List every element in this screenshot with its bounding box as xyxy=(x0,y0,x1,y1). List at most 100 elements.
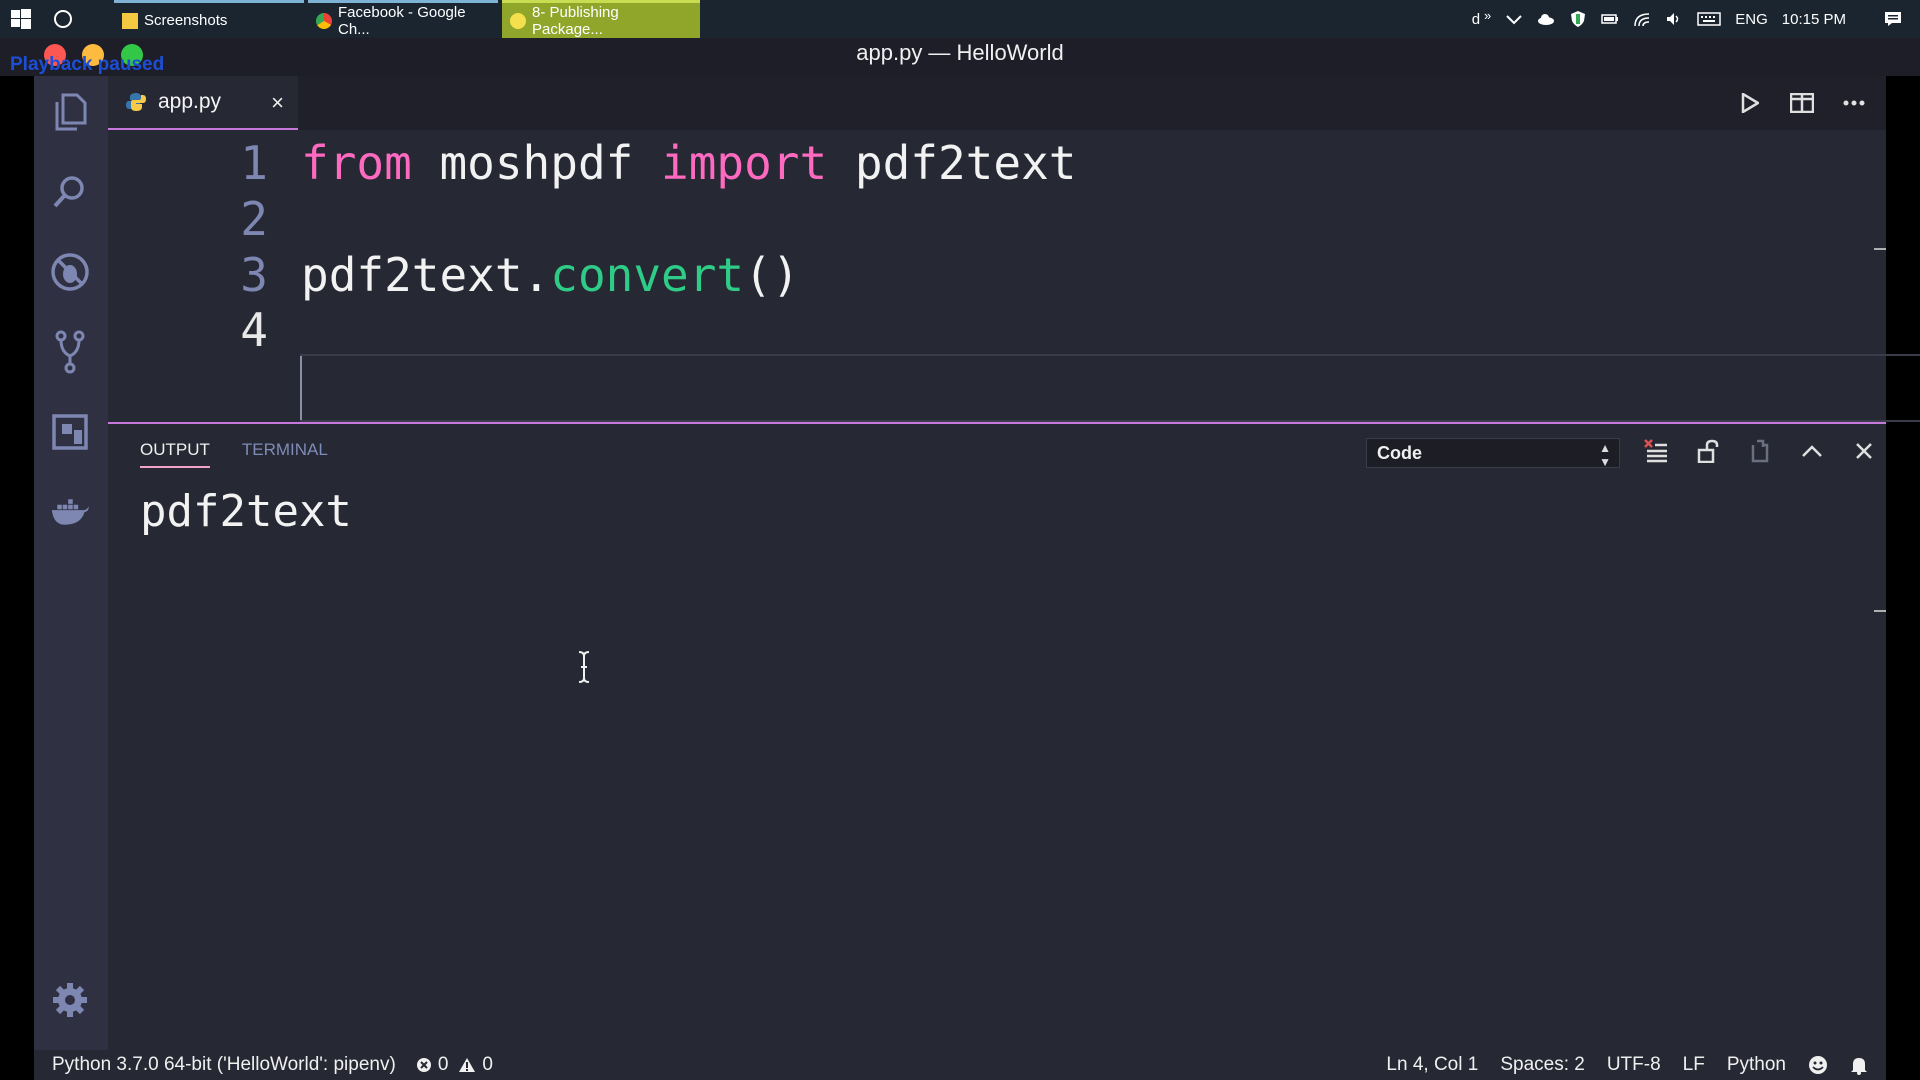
error-icon xyxy=(416,1058,431,1072)
volume-icon[interactable] xyxy=(1665,10,1683,28)
tray-user: d xyxy=(1471,10,1481,28)
settings-button[interactable] xyxy=(50,980,90,1020)
tray-overflow[interactable]: » xyxy=(1484,8,1491,23)
windows-icon xyxy=(11,9,31,29)
scrollbar-marker xyxy=(1874,610,1886,612)
folder-icon xyxy=(122,12,138,29)
docker-icon xyxy=(51,499,90,525)
debug-icon xyxy=(51,253,89,291)
close-panel-icon xyxy=(1856,443,1872,459)
close-panel-button[interactable] xyxy=(1851,438,1877,464)
system-clock[interactable]: 10:15 PM xyxy=(1782,11,1846,28)
split-editor-button[interactable] xyxy=(1790,91,1814,115)
panel-tabs: OUTPUT TERMINAL xyxy=(140,440,328,468)
output-channel-value: Code xyxy=(1377,443,1422,463)
file-encoding[interactable]: UTF-8 xyxy=(1607,1054,1661,1076)
keyword-token: import xyxy=(661,136,828,190)
end-of-line[interactable]: LF xyxy=(1683,1054,1705,1076)
window-titlebar: app.py — HelloWorld Playback paused xyxy=(0,38,1920,76)
select-arrows-icon: ▲ ▼ xyxy=(1599,441,1611,469)
bell-icon[interactable] xyxy=(1850,1055,1868,1075)
source-control-icon xyxy=(55,330,85,374)
shield-icon[interactable] xyxy=(1569,10,1587,28)
maximize-panel-button[interactable] xyxy=(1799,438,1825,464)
search-button[interactable] xyxy=(50,172,90,212)
object-token: pdf2text. xyxy=(301,248,551,302)
scroll-lock-button[interactable] xyxy=(1695,438,1721,464)
onedrive-icon[interactable] xyxy=(1537,10,1555,28)
files-icon xyxy=(55,93,87,131)
problems-indicator[interactable]: 0 0 xyxy=(416,1054,493,1076)
tab-terminal[interactable]: TERMINAL xyxy=(242,440,328,468)
open-log-button[interactable] xyxy=(1747,438,1773,464)
text-cursor xyxy=(300,356,302,420)
close-tab-button[interactable]: × xyxy=(271,90,284,116)
run-button[interactable] xyxy=(1738,91,1762,115)
parens-token: () xyxy=(744,248,800,302)
taskbar-item-label: 8- Publishing Package... xyxy=(532,3,619,38)
more-actions-button[interactable] xyxy=(1842,91,1866,115)
status-bar: Python 3.7.0 64-bit ('HelloWorld': pipen… xyxy=(34,1050,1886,1080)
method-token: convert xyxy=(550,248,745,302)
clear-output-icon xyxy=(1644,439,1667,463)
taskbar-item-player[interactable]: 8- Publishing Package... xyxy=(502,0,700,38)
python-file-icon xyxy=(126,93,146,111)
module-token: moshpdf xyxy=(411,136,662,190)
taskbar-item-screenshots[interactable]: Screenshots xyxy=(114,0,304,38)
panel-actions xyxy=(1643,438,1877,464)
more-icon xyxy=(1843,100,1865,106)
notifications-icon[interactable] xyxy=(1884,10,1902,28)
tab-output[interactable]: OUTPUT xyxy=(140,440,210,468)
scrollbar-marker xyxy=(1874,248,1886,250)
system-tray: d » ENG 10:15 PM xyxy=(1472,0,1920,38)
ibeam-cursor-icon xyxy=(578,651,590,683)
editor-tabs: app.py × xyxy=(108,76,1886,130)
taskbar-item-label: Screenshots xyxy=(144,12,228,29)
windows-taskbar: Screenshots Facebook - Google Ch... 8- P… xyxy=(0,0,1920,38)
split-editor-icon xyxy=(1790,93,1814,113)
extensions-button[interactable] xyxy=(50,412,90,452)
current-line-highlight xyxy=(300,354,1920,422)
windows-start-button[interactable] xyxy=(0,0,42,38)
output-panel: OUTPUT TERMINAL Code ▲ ▼ pdf2text xyxy=(108,422,1886,1050)
language-mode[interactable]: Python xyxy=(1727,1054,1786,1076)
chrome-icon xyxy=(316,12,332,29)
cortana-button[interactable] xyxy=(42,0,84,38)
maximize-panel-icon xyxy=(1802,445,1822,457)
window-title: app.py — HelloWorld xyxy=(856,40,1064,65)
cortana-icon xyxy=(54,10,72,28)
open-log-icon xyxy=(1751,439,1769,463)
keyboard-icon[interactable] xyxy=(1697,10,1722,28)
keyword-token: from xyxy=(301,136,412,190)
error-count: 0 xyxy=(437,1054,449,1075)
taskbar-item-chrome[interactable]: Facebook - Google Ch... xyxy=(308,0,498,38)
chevron-down-icon[interactable] xyxy=(1505,10,1523,28)
activity-bar xyxy=(34,76,108,1050)
name-token: pdf2text xyxy=(827,136,1077,190)
tab-app-py[interactable]: app.py × xyxy=(108,76,298,130)
battery-icon[interactable] xyxy=(1601,10,1619,28)
right-frame xyxy=(1886,76,1920,1080)
output-text[interactable]: pdf2text xyxy=(140,486,352,537)
clear-output-button[interactable] xyxy=(1643,438,1669,464)
run-icon xyxy=(1741,93,1759,113)
input-language[interactable]: ENG xyxy=(1735,11,1768,28)
wifi-icon[interactable] xyxy=(1633,10,1651,28)
taskbar-item-label: Facebook - Google Ch... xyxy=(338,3,466,38)
editor-actions xyxy=(1738,76,1886,130)
explorer-button[interactable] xyxy=(50,92,90,132)
debug-button[interactable] xyxy=(50,252,90,292)
python-interpreter[interactable]: Python 3.7.0 64-bit ('HelloWorld': pipen… xyxy=(52,1054,396,1076)
feedback-icon[interactable] xyxy=(1808,1055,1828,1075)
cursor-position[interactable]: Ln 4, Col 1 xyxy=(1386,1054,1478,1076)
player-icon xyxy=(510,12,526,29)
indentation[interactable]: Spaces: 2 xyxy=(1500,1054,1585,1076)
lock-icon xyxy=(1697,439,1719,463)
extensions-icon xyxy=(52,414,88,450)
playback-status: Playback paused xyxy=(10,54,165,75)
warning-count: 0 xyxy=(482,1054,493,1075)
docker-button[interactable] xyxy=(50,492,90,532)
source-control-button[interactable] xyxy=(50,330,90,374)
settings-icon xyxy=(53,983,87,1017)
output-channel-select[interactable]: Code ▲ ▼ xyxy=(1366,438,1620,469)
